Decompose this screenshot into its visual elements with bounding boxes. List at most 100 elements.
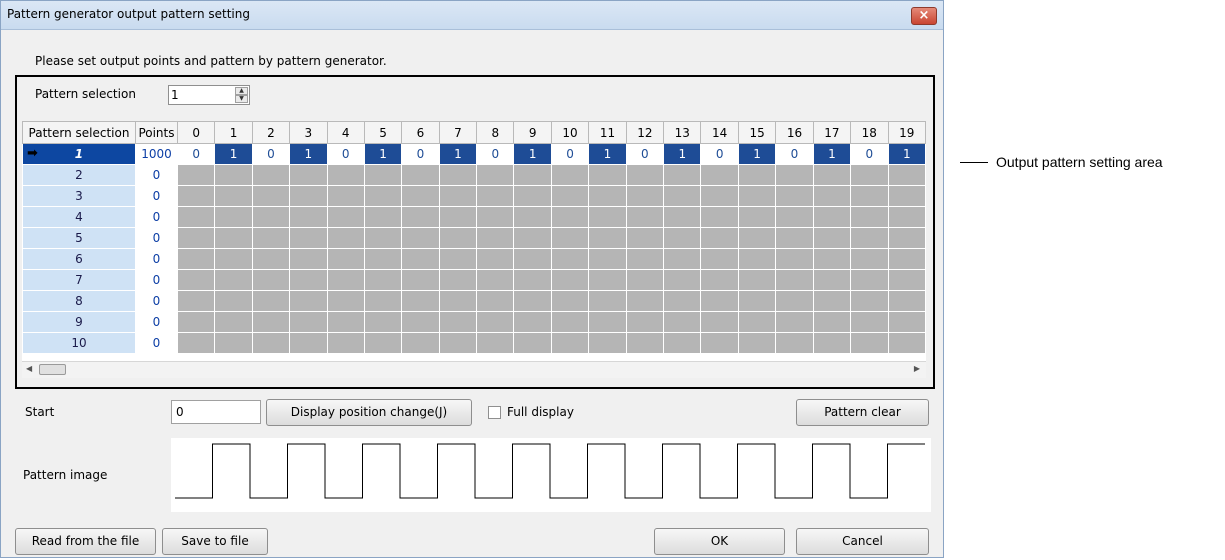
pattern-cell[interactable] (401, 332, 440, 354)
row-header[interactable]: 4 (22, 206, 136, 228)
pattern-cell[interactable] (700, 206, 739, 228)
pattern-cell[interactable] (513, 185, 552, 207)
pattern-cell[interactable] (476, 227, 515, 249)
pattern-cell[interactable] (513, 227, 552, 249)
pattern-cell[interactable]: 1 (812, 143, 852, 165)
pattern-cell[interactable]: 0 (550, 143, 590, 165)
pattern-cell[interactable] (214, 290, 253, 312)
pattern-cell[interactable] (775, 332, 814, 354)
pattern-cell[interactable] (251, 269, 291, 291)
table-row[interactable]: 70 (22, 269, 926, 291)
pattern-cell[interactable] (663, 332, 702, 354)
pattern-cell[interactable]: 1 (588, 143, 627, 165)
row-header[interactable]: 7 (22, 269, 136, 291)
pattern-cell[interactable] (326, 311, 365, 333)
pattern-cell[interactable]: 1 (214, 143, 253, 165)
row-header[interactable]: 8 (22, 290, 136, 312)
row-header[interactable]: ➡ 1 (22, 143, 136, 165)
pattern-cell[interactable] (363, 164, 403, 186)
pattern-cell[interactable] (850, 164, 889, 186)
pattern-cell[interactable] (775, 290, 814, 312)
table-row[interactable]: 80 (22, 290, 926, 312)
pattern-cell[interactable] (588, 311, 627, 333)
pattern-cell[interactable] (850, 206, 889, 228)
pattern-cell[interactable] (663, 290, 702, 312)
pattern-cell[interactable] (176, 227, 216, 249)
scroll-right-icon[interactable]: ▶ (914, 364, 920, 373)
pattern-cell[interactable] (625, 332, 665, 354)
pattern-cell[interactable] (625, 311, 665, 333)
pattern-cell[interactable] (438, 290, 478, 312)
read-from-file-button[interactable]: Read from the file (15, 528, 156, 555)
pattern-cell[interactable] (251, 332, 291, 354)
pattern-cell[interactable] (625, 290, 665, 312)
pattern-cell[interactable] (550, 248, 590, 270)
pattern-cell[interactable] (737, 227, 777, 249)
pattern-cell[interactable] (214, 311, 253, 333)
pattern-cell[interactable] (476, 164, 515, 186)
pattern-cell[interactable]: 1 (737, 143, 777, 165)
pattern-cell[interactable] (887, 311, 926, 333)
pattern-cell[interactable] (775, 269, 814, 291)
pattern-cell[interactable]: 1 (663, 143, 702, 165)
table-row[interactable]: 30 (22, 185, 926, 207)
pattern-cell[interactable] (401, 185, 440, 207)
pattern-cell[interactable] (513, 248, 552, 270)
pattern-cell[interactable] (775, 311, 814, 333)
pattern-cell[interactable] (214, 185, 253, 207)
pattern-cell[interactable] (737, 269, 777, 291)
points-cell[interactable]: 0 (134, 164, 178, 186)
pattern-cell[interactable] (700, 269, 739, 291)
pattern-cell[interactable] (850, 290, 889, 312)
pattern-cell[interactable] (401, 311, 440, 333)
pattern-cell[interactable] (775, 206, 814, 228)
pattern-cell[interactable] (401, 206, 440, 228)
pattern-cell[interactable] (663, 206, 702, 228)
table-row[interactable]: 60 (22, 248, 926, 270)
pattern-cell[interactable] (176, 185, 216, 207)
pattern-cell[interactable] (625, 185, 665, 207)
pattern-cell[interactable] (812, 290, 852, 312)
pattern-cell[interactable] (737, 185, 777, 207)
pattern-cell[interactable] (214, 206, 253, 228)
cancel-button[interactable]: Cancel (796, 528, 929, 555)
pattern-cell[interactable] (850, 227, 889, 249)
table-row[interactable]: 20 (22, 164, 926, 186)
pattern-cell[interactable] (214, 248, 253, 270)
pattern-cell[interactable] (476, 290, 515, 312)
pattern-cell[interactable] (251, 290, 291, 312)
pattern-cell[interactable] (326, 248, 365, 270)
pattern-cell[interactable] (401, 164, 440, 186)
pattern-cell[interactable] (251, 206, 291, 228)
pattern-cell[interactable] (850, 311, 889, 333)
pattern-cell[interactable] (887, 332, 926, 354)
save-to-file-button[interactable]: Save to file (162, 528, 268, 555)
pattern-cell[interactable] (326, 269, 365, 291)
pattern-cell[interactable]: 1 (363, 143, 403, 165)
pattern-cell[interactable] (550, 164, 590, 186)
pattern-cell[interactable] (476, 206, 515, 228)
table-row[interactable]: 90 (22, 311, 926, 333)
pattern-selection-input[interactable] (171, 88, 231, 102)
pattern-cell[interactable] (663, 227, 702, 249)
pattern-cell[interactable] (700, 248, 739, 270)
table-row[interactable]: 10 0 (22, 332, 926, 354)
pattern-cell[interactable] (887, 248, 926, 270)
pattern-cell[interactable] (176, 290, 216, 312)
scrollbar-thumb[interactable] (39, 364, 66, 375)
pattern-cell[interactable]: 0 (251, 143, 291, 165)
pattern-cell[interactable] (251, 227, 291, 249)
pattern-cell[interactable]: 0 (476, 143, 515, 165)
pattern-cell[interactable] (588, 164, 627, 186)
pattern-cell[interactable] (289, 248, 328, 270)
pattern-cell[interactable]: 0 (401, 143, 440, 165)
pattern-cell[interactable] (326, 164, 365, 186)
points-cell[interactable]: 0 (134, 206, 178, 228)
pattern-cell[interactable] (812, 206, 852, 228)
pattern-cell[interactable]: 1 (513, 143, 552, 165)
pattern-cell[interactable] (887, 206, 926, 228)
pattern-cell[interactable] (700, 332, 739, 354)
pattern-cell[interactable] (513, 332, 552, 354)
pattern-cell[interactable] (438, 311, 478, 333)
table-row[interactable]: ➡ 1 1000 0 1 0 1 0 1 0 1 0 1 0 1 0 1 0 1 0 1 0 1 (22, 143, 926, 165)
